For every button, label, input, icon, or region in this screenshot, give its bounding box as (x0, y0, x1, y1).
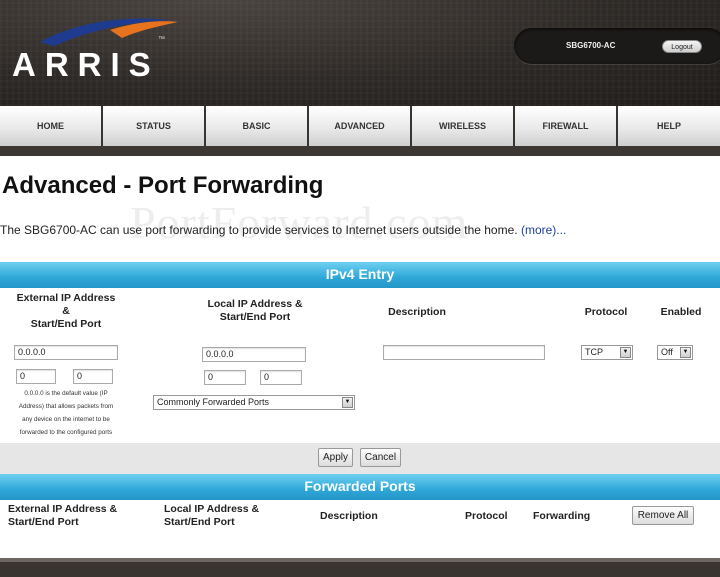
logout-button[interactable]: Logout (662, 40, 702, 53)
header-banner: ARRIS ™ SBG6700-AC Logout (0, 0, 720, 106)
fwd-external-line2: Start/End Port (8, 516, 79, 528)
local-header-line1: Local IP Address & (207, 298, 303, 310)
description-column-header: Description (388, 306, 446, 318)
apply-button[interactable]: Apply (318, 448, 353, 467)
page-title: Advanced - Port Forwarding (2, 172, 324, 199)
trademark-mark: ™ (158, 36, 165, 43)
external-header-line1: External IP Address (16, 292, 116, 304)
cancel-button[interactable]: Cancel (360, 448, 401, 467)
protocol-value: TCP (585, 347, 603, 357)
chevron-down-icon: ▼ (680, 347, 691, 358)
external-ip-input[interactable]: 0.0.0.0 (14, 345, 118, 360)
fwd-local-line2: Start/End Port (164, 516, 235, 528)
fwd-local-line1: Local IP Address & (164, 503, 260, 515)
nav-item-firewall[interactable]: FIREWALL (515, 106, 618, 146)
common-ports-value: Commonly Forwarded Ports (157, 397, 270, 407)
more-link[interactable]: (more)... (521, 223, 566, 237)
hint-line: Address) that allows packets from (18, 403, 114, 410)
chevron-down-icon: ▼ (620, 347, 631, 358)
common-ports-select[interactable]: Commonly Forwarded Ports ▼ (153, 395, 355, 410)
hint-line: any device on the internet to be (22, 416, 110, 423)
nav-item-help[interactable]: HELP (618, 106, 720, 146)
external-start-port-input[interactable]: 0 (16, 369, 56, 384)
fwd-local-header: Local IP Address & Start/End Port (164, 503, 259, 529)
enabled-select[interactable]: Off ▼ (657, 345, 693, 360)
remove-all-button[interactable]: Remove All (632, 506, 694, 525)
external-end-port-input[interactable]: 0 (73, 369, 113, 384)
fwd-external-header: External IP Address & Start/End Port (8, 503, 117, 529)
ipv4-entry-header: IPv4 Entry (0, 262, 720, 288)
external-ip-column-header: External IP Address & Start/End Port (0, 292, 132, 331)
hint-line: forwarded to the configured ports (19, 429, 113, 436)
nav-item-advanced[interactable]: ADVANCED (309, 106, 412, 146)
protocol-column-header: Protocol (584, 306, 628, 318)
hint-line: 0.0.0.0 is the default value (IP (24, 390, 108, 397)
forwarded-ports-header: Forwarded Ports (0, 474, 720, 500)
local-start-port-input[interactable]: 0 (204, 370, 246, 385)
intro-sentence: The SBG6700-AC can use port forwarding t… (0, 223, 518, 237)
chevron-down-icon: ▼ (342, 397, 353, 408)
nav-bottom-bar (0, 146, 720, 156)
enabled-column-header: Enabled (660, 306, 702, 318)
footer-bar (0, 562, 720, 577)
local-header-line2: Start/End Port (219, 311, 291, 323)
external-header-line3: Start/End Port (30, 318, 102, 330)
description-input[interactable] (383, 345, 545, 360)
nav-item-status[interactable]: STATUS (103, 106, 206, 146)
brand-logo-text: ARRIS (12, 46, 160, 83)
nav-item-basic[interactable]: BASIC (206, 106, 309, 146)
intro-text: The SBG6700-AC can use port forwarding t… (0, 223, 566, 237)
fwd-external-line1: External IP Address & (8, 503, 118, 515)
external-ip-hint: 0.0.0.0 is the default value (IP Address… (12, 387, 120, 439)
main-nav: HOME STATUS BASIC ADVANCED WIRELESS FIRE… (0, 106, 720, 146)
local-ip-column-header: Local IP Address & Start/End Port (195, 298, 315, 324)
device-name: SBG6700-AC (566, 41, 616, 50)
fwd-description-header: Description (320, 510, 378, 522)
enabled-value: Off (661, 347, 673, 357)
external-header-line2: & (62, 305, 70, 317)
local-end-port-input[interactable]: 0 (260, 370, 302, 385)
nav-item-home[interactable]: HOME (0, 106, 103, 146)
fwd-protocol-header: Protocol (465, 510, 508, 522)
protocol-select[interactable]: TCP ▼ (581, 345, 633, 360)
nav-item-wireless[interactable]: WIRELESS (412, 106, 515, 146)
fwd-forwarding-header: Forwarding (533, 510, 591, 522)
local-ip-input[interactable]: 0.0.0.0 (202, 347, 306, 362)
